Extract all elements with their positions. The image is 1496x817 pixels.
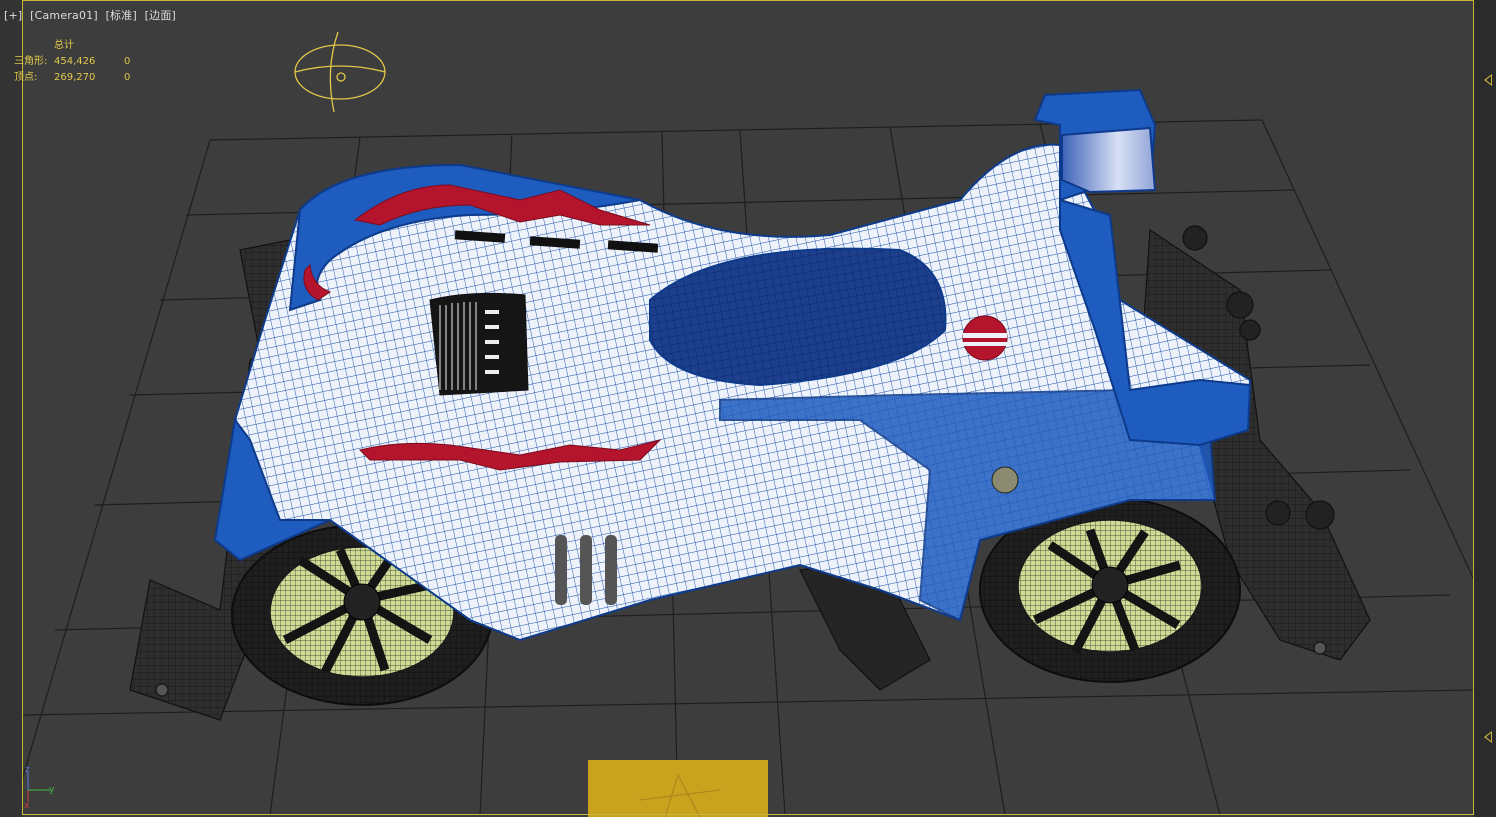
stats-selected-value: 0 bbox=[124, 56, 131, 67]
selection-gizmo bbox=[588, 760, 768, 817]
stats-total-value: 454,426 bbox=[54, 56, 96, 67]
statistics-overlay: 总计 三角形: 454,426 0 顶点: 269,270 0 bbox=[14, 38, 130, 86]
viewport-edges-menu[interactable]: [边面] bbox=[145, 9, 176, 22]
axis-x-label: x bbox=[24, 801, 30, 809]
axis-z-label: z bbox=[25, 765, 30, 775]
panel-collapse-icon[interactable] bbox=[1484, 731, 1492, 743]
engine bbox=[429, 292, 529, 396]
axis-y-label: y bbox=[49, 785, 55, 795]
viewport-camera-menu[interactable]: [Camera01] bbox=[30, 9, 98, 22]
stats-row-vertices: 顶点: 269,270 0 bbox=[14, 70, 130, 86]
stats-total-value: 269,270 bbox=[54, 72, 96, 83]
decal-roundel bbox=[962, 315, 1008, 361]
viewcube-icon[interactable] bbox=[290, 30, 390, 116]
axis-tripod-icon: z y x bbox=[24, 765, 55, 809]
viewport-label-menu: [+] [Camera01] [标准] [边面] bbox=[4, 7, 180, 23]
stats-label: 三角形: bbox=[14, 56, 48, 67]
viewport-camera01[interactable]: [+] [Camera01] [标准] [边面] 总计 三角形: 454,426… bbox=[0, 0, 1496, 817]
stats-header: 总计 bbox=[54, 40, 74, 51]
fuel-cap bbox=[991, 466, 1019, 494]
viewport-shading-menu[interactable]: [标准] bbox=[106, 9, 137, 22]
panel-collapse-icon[interactable] bbox=[1484, 74, 1492, 86]
stats-row-triangles: 三角形: 454,426 0 bbox=[14, 54, 130, 70]
scene-render bbox=[21, 88, 1475, 817]
stats-label: 顶点: bbox=[14, 72, 38, 83]
stats-selected-value: 0 bbox=[124, 72, 131, 83]
viewport-plus-menu[interactable]: [+] bbox=[4, 9, 22, 22]
